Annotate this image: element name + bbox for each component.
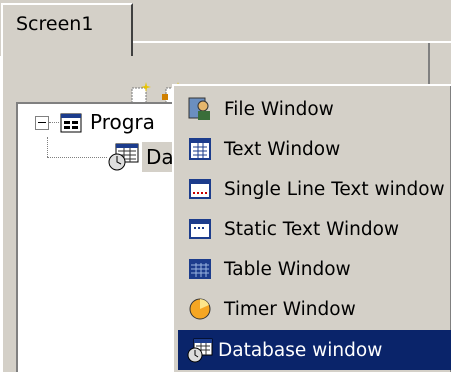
menu-item-label: Database window [218,339,383,361]
menu-item-text-window[interactable]: Text Window [178,130,451,168]
menu-item-single-line-text-window[interactable]: Single Line Text window [178,170,451,208]
tree-connector [47,157,107,159]
menu-item-static-text-window[interactable]: Static Text Window [178,210,451,248]
tab-strip-line [133,41,451,43]
file-window-icon [186,95,214,123]
timer-window-icon [186,295,214,323]
tree-connector [49,122,59,124]
tree-connector [47,137,49,157]
text-window-icon [186,135,214,163]
menu-item-label: Text Window [224,138,341,160]
menu-item-file-window[interactable]: File Window [178,90,451,128]
program-icon [60,112,82,134]
menu-item-label: Timer Window [224,298,356,320]
database-window-icon [186,336,214,364]
collapse-toggle[interactable] [35,116,49,130]
tab-label: Screen1 [16,13,94,35]
context-menu: File Window Text Window Single Line Text… [172,84,451,372]
menu-item-label: File Window [224,98,334,120]
panel-left-edge [0,56,3,372]
single-line-text-icon [186,175,214,203]
menu-item-table-window[interactable]: Table Window [178,250,451,288]
menu-item-database-window[interactable]: Database window [178,330,451,370]
menu-item-label: Single Line Text window [224,178,445,200]
menu-item-timer-window[interactable]: Timer Window [178,290,451,328]
tree-node-program[interactable]: Progra [90,110,155,134]
static-text-icon [186,215,214,243]
table-window-icon [186,255,214,283]
menu-item-label: Static Text Window [224,218,400,240]
menu-item-label: Table Window [224,258,351,280]
tree-node-database[interactable]: Da [146,145,174,169]
database-node-icon [108,142,140,172]
